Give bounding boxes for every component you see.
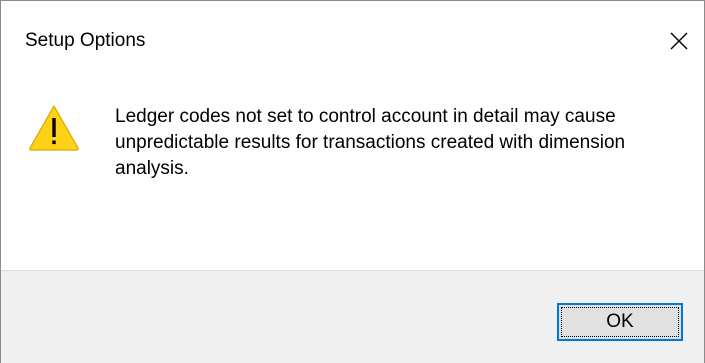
button-bar: OK — [1, 270, 704, 363]
warning-icon — [29, 105, 79, 151]
close-button[interactable] — [656, 19, 702, 63]
message-text: Ledger codes not set to control account … — [115, 106, 626, 179]
ok-button-label: OK — [606, 311, 634, 332]
message-dialog: Setup Options Ledger codes not set to co… — [0, 0, 705, 363]
title-bar: Setup Options — [1, 1, 704, 83]
close-icon — [670, 32, 688, 50]
ok-button[interactable]: OK — [557, 303, 683, 341]
dialog-title: Setup Options — [25, 30, 146, 51]
dialog-content: Ledger codes not set to control account … — [1, 83, 704, 270]
